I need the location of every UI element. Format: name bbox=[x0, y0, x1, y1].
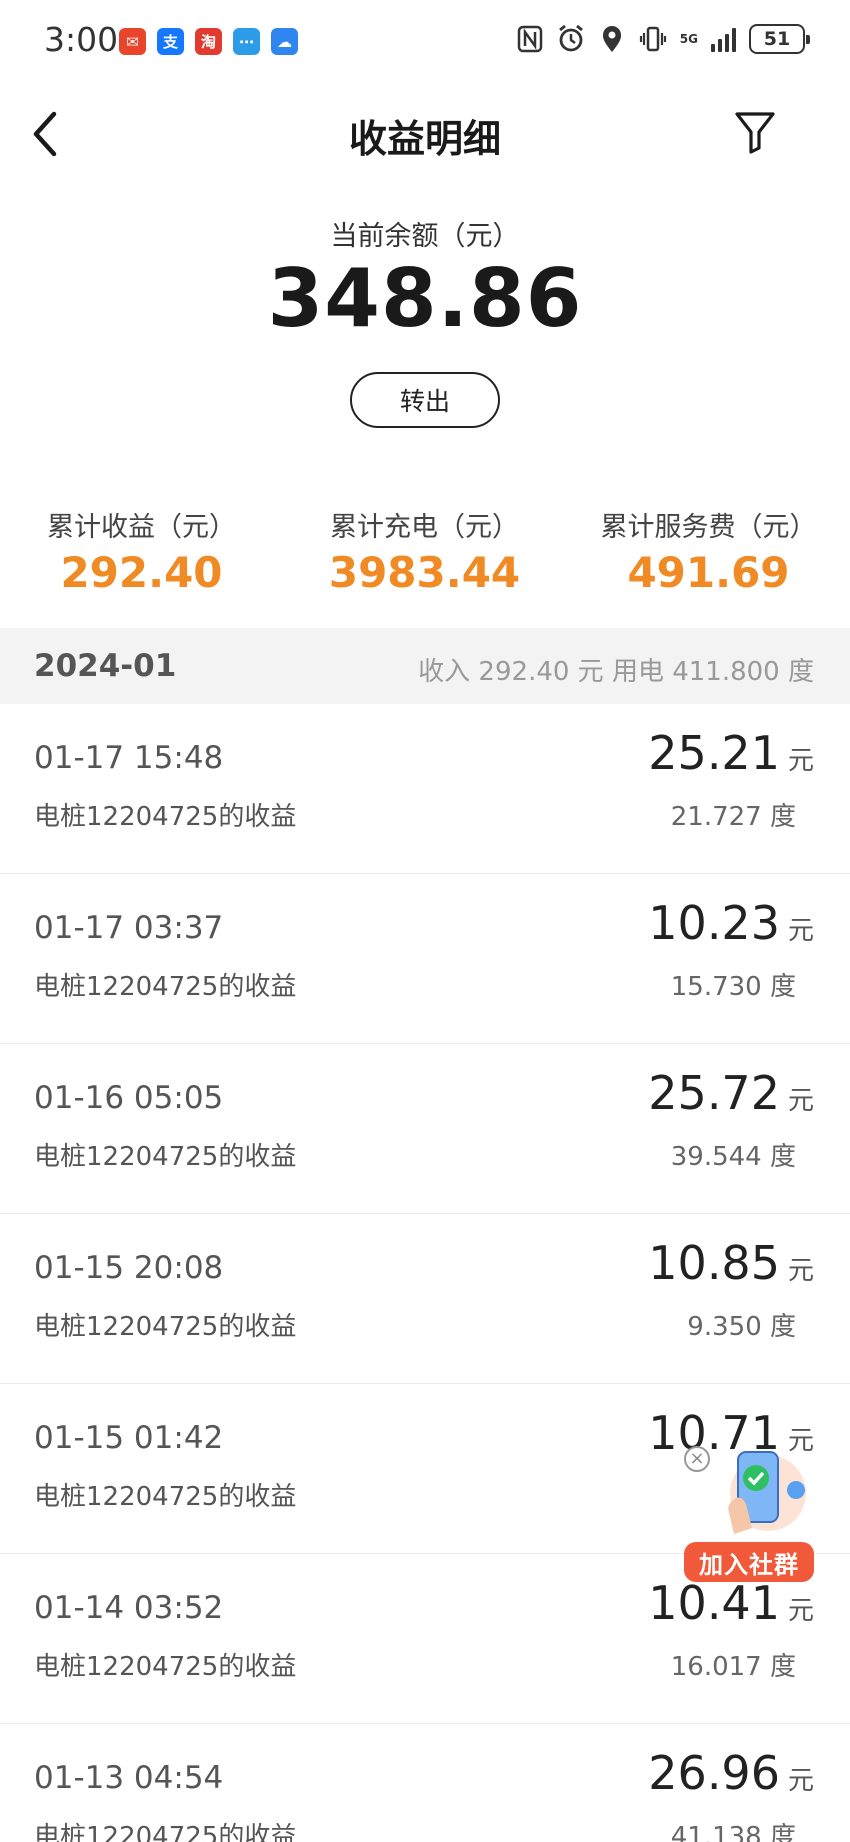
stat-value: 292.40 bbox=[60, 548, 223, 597]
list-item[interactable]: 01-17 15:48 电桩12204725的收益 25.21 元 21.727 度 bbox=[0, 704, 850, 874]
page-title: 收益明细 bbox=[348, 117, 501, 161]
alipay-app-icon: 支 bbox=[157, 28, 184, 55]
battery-level: 51 bbox=[763, 28, 791, 50]
location-icon bbox=[602, 26, 621, 52]
taobao-app-icon: 淘 bbox=[195, 28, 222, 55]
record-energy: 41.138 度 bbox=[670, 1822, 796, 1842]
amount-unit: 元 bbox=[787, 1596, 814, 1626]
amount-value: 26.96 bbox=[648, 1746, 780, 1800]
record-amount: 10.23 元 bbox=[648, 896, 814, 950]
amount-unit: 元 bbox=[787, 1766, 814, 1796]
record-description: 电桩12204725的收益 bbox=[34, 972, 297, 1002]
phone-hand-icon bbox=[728, 1451, 806, 1534]
earnings-list: 01-17 15:48 电桩12204725的收益 25.21 元 21.727 度 01… bbox=[0, 704, 850, 1842]
stat-label: 累计收益（元） bbox=[47, 512, 236, 543]
stat-label: 累计服务费（元） bbox=[600, 512, 817, 543]
status-time: 3:00 bbox=[44, 20, 119, 59]
record-energy: 16.017 度 bbox=[670, 1652, 796, 1682]
alarm-icon bbox=[558, 24, 583, 52]
record-amount: 25.21 元 bbox=[648, 726, 814, 780]
amount-value: 10.85 bbox=[648, 1236, 780, 1290]
list-item[interactable]: 01-13 04:54 电桩12204725的收益 26.96 元 41.138 度 bbox=[0, 1724, 850, 1842]
filter-icon[interactable] bbox=[733, 108, 777, 156]
record-energy: 15.730 度 bbox=[670, 972, 796, 1002]
transfer-out-button[interactable]: 转出 bbox=[350, 372, 500, 428]
record-description: 电桩12204725的收益 bbox=[34, 802, 297, 832]
record-description: 电桩12204725的收益 bbox=[34, 1312, 297, 1342]
close-icon[interactable]: × bbox=[684, 1446, 710, 1472]
record-amount: 26.96 元 bbox=[648, 1746, 814, 1800]
stat-value: 3983.44 bbox=[328, 548, 521, 597]
balance-label: 当前余额（元） bbox=[330, 221, 520, 252]
record-time: 01-13 04:54 bbox=[34, 1760, 224, 1796]
amount-unit: 元 bbox=[787, 746, 814, 776]
list-item[interactable]: 01-16 05:05 电桩12204725的收益 25.72 元 39.544 度 bbox=[0, 1044, 850, 1214]
chat-bubble-app-icon: ⋯ bbox=[233, 28, 260, 55]
vibrate-icon bbox=[639, 26, 666, 52]
stat-total-service-fee: 累计服务费（元） 491.69 bbox=[567, 505, 850, 597]
record-amount: 25.72 元 bbox=[648, 1066, 814, 1120]
amount-unit: 元 bbox=[787, 916, 814, 946]
stat-value: 491.69 bbox=[627, 548, 790, 597]
record-time: 01-15 20:08 bbox=[34, 1250, 224, 1286]
record-time: 01-16 05:05 bbox=[34, 1080, 224, 1116]
battery-icon: 51 bbox=[749, 24, 810, 54]
balance-value: 348.86 bbox=[267, 252, 583, 345]
network-type: 5G bbox=[679, 32, 698, 46]
stat-label: 累计充电（元） bbox=[330, 512, 519, 543]
record-energy: 9.350 度 bbox=[687, 1312, 796, 1342]
stat-total-charging: 累计充电（元） 3983.44 bbox=[283, 505, 566, 597]
record-time: 01-17 03:37 bbox=[34, 910, 224, 946]
system-indicators: 5G 51 bbox=[516, 24, 810, 54]
record-time: 01-17 15:48 bbox=[34, 740, 224, 776]
month-header[interactable]: 2024-01 收入 292.40 元 用电 411.800 度 bbox=[0, 628, 850, 704]
record-time: 01-14 03:52 bbox=[34, 1590, 224, 1626]
amount-value: 25.21 bbox=[648, 726, 780, 780]
amount-unit: 元 bbox=[787, 1086, 814, 1116]
red-envelope-app-icon: ✉ bbox=[119, 28, 146, 55]
summary-stats: 累计收益（元） 292.40 累计充电（元） 3983.44 累计服务费（元） … bbox=[0, 505, 850, 597]
list-item[interactable]: 01-15 20:08 电桩12204725的收益 10.85 元 9.350 度 bbox=[0, 1214, 850, 1384]
join-community-widget[interactable]: × 加入社群 bbox=[684, 1446, 814, 1586]
record-energy: 39.544 度 bbox=[670, 1142, 796, 1172]
record-amount: 10.85 元 bbox=[648, 1236, 814, 1290]
status-bar: 3:00 ✉ 支淘 ⋯ ☁ 5G 51 bbox=[0, 0, 850, 84]
record-time: 01-15 01:42 bbox=[34, 1420, 224, 1456]
join-community-label: 加入社群 bbox=[684, 1542, 814, 1582]
amount-unit: 元 bbox=[787, 1256, 814, 1286]
record-description: 电桩12204725的收益 bbox=[34, 1482, 297, 1512]
signal-icon bbox=[711, 26, 736, 52]
amount-value: 10.23 bbox=[648, 896, 780, 950]
record-description: 电桩12204725的收益 bbox=[34, 1142, 297, 1172]
record-description: 电桩12204725的收益 bbox=[34, 1652, 297, 1682]
record-description: 电桩12204725的收益 bbox=[34, 1822, 297, 1842]
list-item[interactable]: 01-17 03:37 电桩12204725的收益 10.23 元 15.730 度 bbox=[0, 874, 850, 1044]
stat-total-earnings: 累计收益（元） 292.40 bbox=[0, 505, 283, 597]
status-app-icons: ✉ 支淘 ⋯ ☁ bbox=[119, 28, 298, 55]
month-title: 2024-01 bbox=[34, 648, 177, 684]
nfc-icon bbox=[517, 25, 543, 53]
amount-value: 25.72 bbox=[648, 1066, 780, 1120]
month-summary: 收入 292.40 元 用电 411.800 度 bbox=[418, 657, 814, 687]
record-energy: 21.727 度 bbox=[670, 802, 796, 832]
weather-app-icon: ☁ bbox=[271, 28, 298, 55]
nav-bar: 收益明细 bbox=[0, 84, 850, 184]
